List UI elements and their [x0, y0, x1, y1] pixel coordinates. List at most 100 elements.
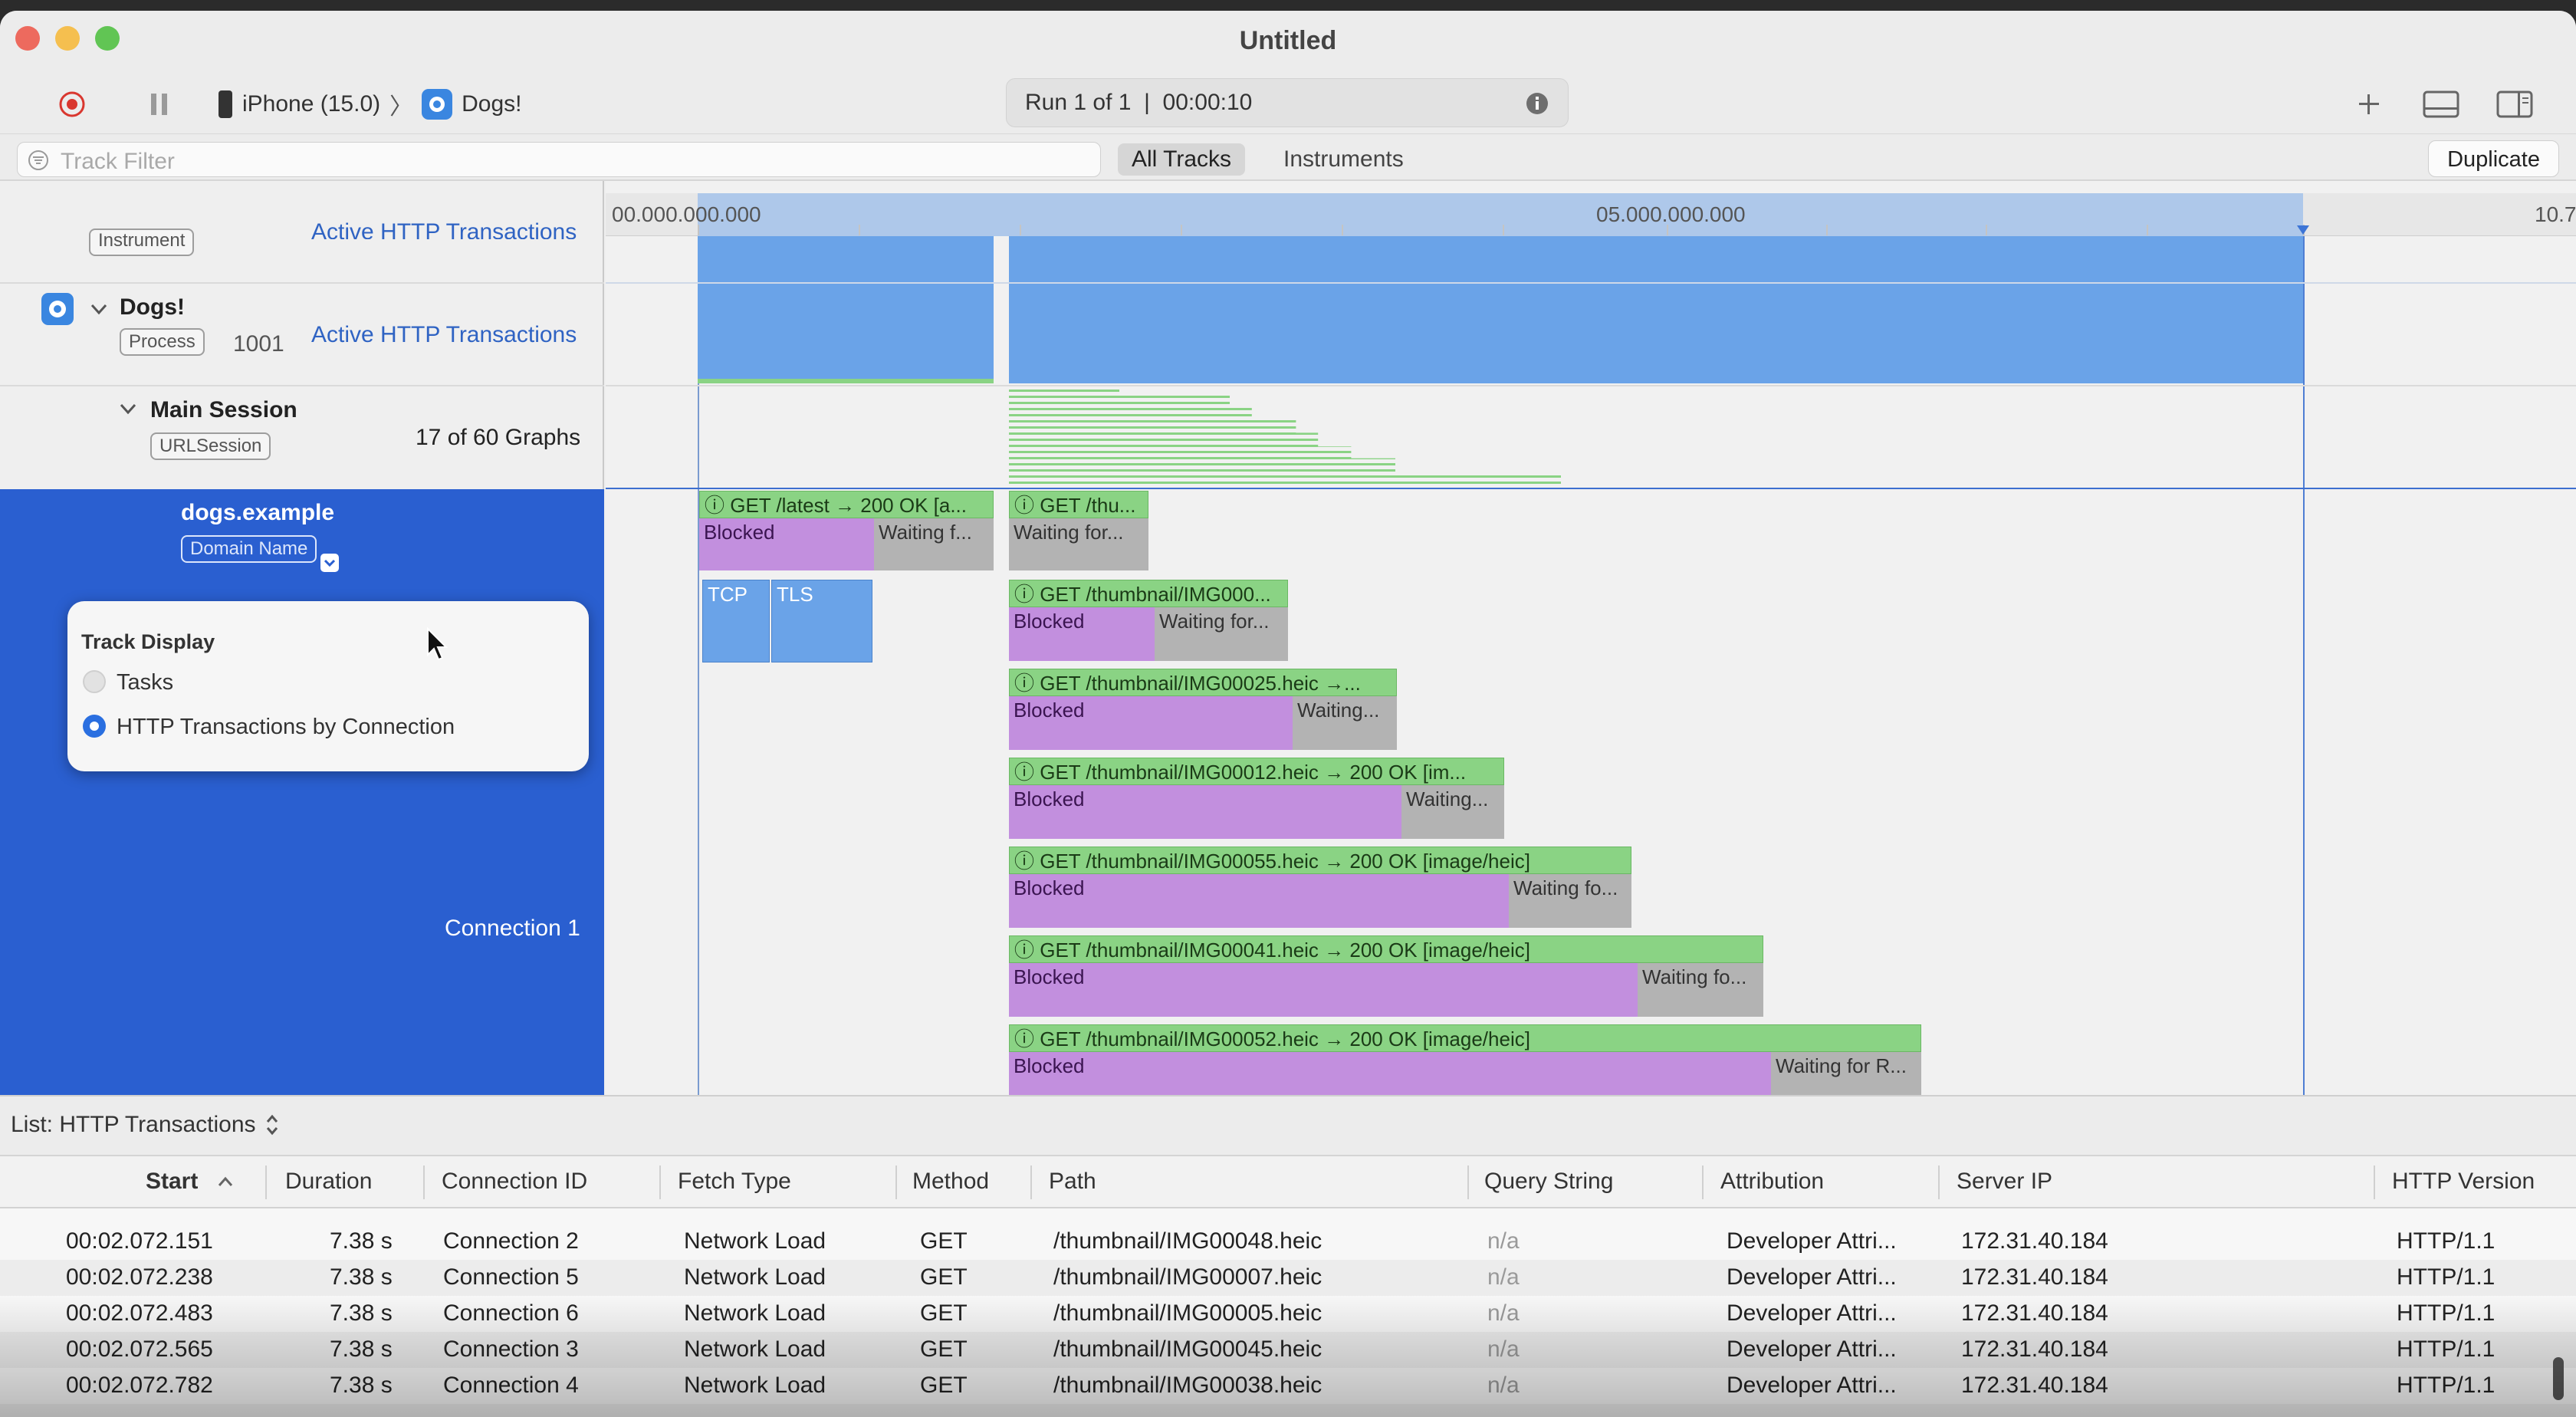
- process-badge[interactable]: Process: [120, 328, 205, 356]
- transaction-header[interactable]: ⓘ GET /thumbnail/IMG00012.heic → 200 OK …: [1009, 758, 1504, 785]
- tab-instruments[interactable]: Instruments: [1270, 143, 1418, 176]
- cell-server-ip: 172.31.40.184: [1961, 1373, 2108, 1398]
- session-badge[interactable]: URLSession: [150, 432, 271, 460]
- sort-ascending-icon[interactable]: [218, 1176, 233, 1187]
- session-activity-graph[interactable]: [1009, 390, 1561, 488]
- waiting-segment[interactable]: Waiting for R...: [1771, 1052, 1921, 1095]
- activity-block[interactable]: [1009, 236, 2303, 282]
- ruler-label-10: 10.7: [2535, 202, 2576, 226]
- inspection-range: [698, 193, 2303, 236]
- tls-segment[interactable]: TLS: [771, 580, 872, 662]
- activity-block[interactable]: [698, 284, 994, 380]
- cell-duration: 7.38 s: [330, 1300, 393, 1326]
- cell-method: GET: [920, 1228, 968, 1254]
- column-http-version[interactable]: HTTP Version: [2392, 1169, 2535, 1195]
- blocked-segment[interactable]: Blocked: [1009, 607, 1155, 661]
- waiting-segment[interactable]: Waiting fo...: [1638, 963, 1763, 1017]
- cell-start: 00:02.072.483: [66, 1300, 213, 1326]
- tcp-segment[interactable]: TCP: [702, 580, 770, 662]
- instrument-badge[interactable]: Instrument: [89, 228, 195, 256]
- list-type-selector[interactable]: List: HTTP Transactions: [11, 1112, 279, 1138]
- cell-fetch-type: Network Load: [684, 1300, 826, 1326]
- column-connection-id[interactable]: Connection ID: [442, 1169, 587, 1195]
- toggle-detail-area-button[interactable]: [2421, 86, 2461, 123]
- chevron-down-icon[interactable]: [90, 304, 107, 316]
- activity-block[interactable]: [698, 236, 994, 282]
- table-row-partial: [0, 1404, 2576, 1417]
- bottom-panel-icon: [2423, 90, 2459, 118]
- toggle-inspector-button[interactable]: [2495, 86, 2535, 123]
- timeline-area[interactable]: 00.000.000.000 05.000.000.000 10.7 ⓘ GET…: [606, 181, 2576, 1095]
- table-row[interactable]: 00:02.072.483 7.38 s Connection 6 Networ…: [0, 1296, 2576, 1332]
- waiting-segment[interactable]: Waiting for...: [1009, 518, 1148, 570]
- column-query-string[interactable]: Query String: [1484, 1169, 1613, 1195]
- transaction-header[interactable]: ⓘ GET /thumbnail/IMG00025.heic →...: [1009, 669, 1397, 696]
- cell-duration: 7.38 s: [330, 1228, 393, 1254]
- column-start[interactable]: Start: [146, 1169, 198, 1195]
- tab-all-tracks[interactable]: All Tracks: [1118, 143, 1246, 176]
- waiting-segment[interactable]: Waiting...: [1293, 696, 1397, 750]
- domain-badge-dropdown[interactable]: [320, 554, 339, 572]
- cell-duration: 7.38 s: [330, 1264, 393, 1290]
- column-server-ip[interactable]: Server IP: [1957, 1169, 2052, 1195]
- info-icon[interactable]: [1525, 91, 1549, 116]
- waiting-segment[interactable]: Waiting for...: [1155, 607, 1288, 661]
- blocked-segment[interactable]: Blocked: [1009, 1052, 1771, 1095]
- cell-path: /thumbnail/IMG00048.heic: [1053, 1228, 1322, 1254]
- table-row[interactable]: 00:02.072.782 7.38 s Connection 4 Networ…: [0, 1368, 2576, 1404]
- popover-title: Track Display: [81, 630, 215, 653]
- transaction-header[interactable]: ⓘ GET /thumbnail/IMG00041.heic → 200 OK …: [1009, 935, 1763, 963]
- transaction-header[interactable]: ⓘ GET /thumbnail/IMG00052.heic → 200 OK …: [1009, 1024, 1921, 1052]
- transaction-header[interactable]: ⓘ GET /thumbnail/IMG000...: [1009, 580, 1288, 607]
- table-row[interactable]: 00:02.072.565 7.38 s Connection 3 Networ…: [0, 1332, 2576, 1368]
- blocked-segment[interactable]: Blocked: [699, 518, 874, 570]
- column-method[interactable]: Method: [912, 1169, 989, 1195]
- pause-button[interactable]: [144, 89, 175, 120]
- process-track-label: Active HTTP Transactions: [311, 322, 577, 347]
- transaction-header[interactable]: ⓘ GET /thumbnail/IMG00055.heic → 200 OK …: [1009, 847, 1631, 874]
- column-duration[interactable]: Duration: [285, 1169, 372, 1195]
- track-filter-field[interactable]: Track Filter: [17, 142, 1101, 177]
- radio-http-by-connection[interactable]: [83, 715, 106, 738]
- column-fetch-type[interactable]: Fetch Type: [678, 1169, 791, 1195]
- cell-query: n/a: [1487, 1300, 1520, 1326]
- session-name: Main Session: [150, 397, 297, 422]
- cell-server-ip: 172.31.40.184: [1961, 1264, 2108, 1290]
- duplicate-button[interactable]: Duplicate: [2428, 140, 2559, 177]
- transaction-header[interactable]: ⓘ GET /latest → 200 OK [a...: [699, 491, 994, 518]
- chevron-down-icon[interactable]: [120, 403, 136, 416]
- table-scrollbar[interactable]: [2553, 1357, 2564, 1400]
- breadcrumb-separator: 〉: [389, 94, 413, 120]
- cell-attribution: Developer Attri...: [1727, 1300, 1897, 1326]
- target-selector[interactable]: iPhone (15.0) 〉 Dogs!: [218, 81, 522, 127]
- cell-connection: Connection 6: [443, 1300, 579, 1326]
- cell-duration: 7.38 s: [330, 1373, 393, 1398]
- option-tasks-label[interactable]: Tasks: [117, 670, 173, 695]
- blocked-segment[interactable]: Blocked: [1009, 963, 1638, 1017]
- domain-track-selected[interactable]: dogs.example Domain Name Connection 1: [0, 489, 604, 1095]
- blocked-segment[interactable]: Blocked: [1009, 696, 1293, 750]
- cell-method: GET: [920, 1336, 968, 1362]
- cell-fetch-type: Network Load: [684, 1228, 826, 1254]
- time-ruler[interactable]: 00.000.000.000 05.000.000.000 10.7: [606, 193, 2576, 236]
- blocked-segment[interactable]: Blocked: [1009, 785, 1401, 839]
- table-row[interactable]: 00:02.072.151 7.38 s Connection 2 Networ…: [0, 1224, 2576, 1260]
- waiting-segment[interactable]: Waiting f...: [874, 518, 994, 570]
- transaction-header[interactable]: ⓘ GET /thu...: [1009, 491, 1148, 518]
- add-instrument-button[interactable]: [2351, 86, 2387, 123]
- domain-badge[interactable]: Domain Name: [181, 535, 317, 563]
- playhead-icon[interactable]: [2295, 224, 2311, 236]
- cell-method: GET: [920, 1300, 968, 1326]
- radio-tasks[interactable]: [83, 670, 106, 693]
- blocked-segment[interactable]: Blocked: [1009, 874, 1509, 928]
- waiting-segment[interactable]: Waiting...: [1401, 785, 1504, 839]
- column-path[interactable]: Path: [1049, 1169, 1096, 1195]
- activity-block[interactable]: [1009, 284, 2303, 383]
- option-http-label[interactable]: HTTP Transactions by Connection: [117, 715, 455, 740]
- column-attribution[interactable]: Attribution: [1720, 1169, 1824, 1195]
- table-row[interactable]: 00:02.072.238 7.38 s Connection 5 Networ…: [0, 1260, 2576, 1296]
- record-button[interactable]: [57, 89, 87, 120]
- row-divider: [0, 282, 604, 284]
- cell-attribution: Developer Attri...: [1727, 1336, 1897, 1362]
- waiting-segment[interactable]: Waiting fo...: [1509, 874, 1631, 928]
